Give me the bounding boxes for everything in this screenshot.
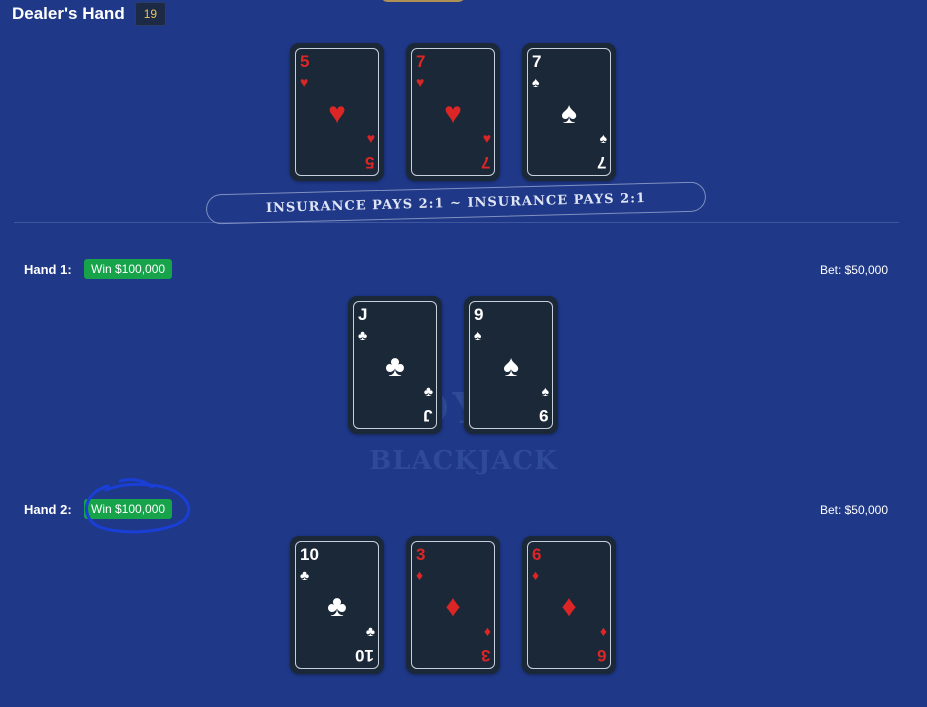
dealer-hand-title: Dealer's Hand <box>12 4 125 23</box>
card-rank-bottom: 3 <box>480 646 490 665</box>
card-face: 7 ♠ ♠ ♠ 7 <box>527 48 611 176</box>
card-rank-bottom: 7 <box>480 153 490 172</box>
club-icon: ♣ <box>385 350 405 383</box>
club-icon: ♣ <box>423 383 433 399</box>
card-rank-top: 6 <box>532 545 542 564</box>
card-face: 5 ♥ ♥ ♥ 5 <box>295 48 379 176</box>
card-rank-top: 7 <box>532 52 542 71</box>
heart-icon: ♥ <box>366 130 375 146</box>
diamond-icon: ♦ <box>599 623 607 639</box>
dealer-score-badge: 19 <box>134 2 167 26</box>
playing-card: 9 ♠ ♠ ♠ 9 <box>464 296 558 434</box>
insurance-banner-wrap: INSURANCE PAYS 2:1 ~ INSURANCE PAYS 2:1 <box>205 181 707 230</box>
diamond-icon: ♦ <box>532 567 540 583</box>
card-rank-top: 9 <box>474 305 484 324</box>
spade-icon: ♠ <box>541 383 549 399</box>
hand-1-cards: J ♣ ♣ ♣ J 9 ♠ ♠ ♠ 9 <box>348 296 558 434</box>
spade-icon: ♠ <box>503 350 519 383</box>
card-rank-top: 7 <box>416 52 426 71</box>
card-face: 9 ♠ ♠ ♠ 9 <box>469 301 553 429</box>
heart-icon: ♥ <box>482 130 491 146</box>
card-rank-top: J <box>358 305 368 324</box>
spade-icon: ♠ <box>532 74 540 90</box>
heart-icon: ♥ <box>328 97 346 130</box>
card-rank-top: 3 <box>416 545 426 564</box>
heart-icon: ♥ <box>444 97 462 130</box>
card-rank-bottom: 10 <box>355 646 374 665</box>
playing-card: 6 ♦ ♦ ♦ 6 <box>522 536 616 674</box>
club-icon: ♣ <box>327 590 347 623</box>
playing-card: 10 ♣ ♣ ♣ 10 <box>290 536 384 674</box>
hand-2-label: Hand 2: <box>24 502 72 517</box>
playing-card: 5 ♥ ♥ ♥ 5 <box>290 43 384 181</box>
hand-1-result-badge: Win $100,000 <box>84 259 173 279</box>
diamond-icon: ♦ <box>483 623 491 639</box>
diamond-icon: ♦ <box>445 590 461 623</box>
club-icon: ♣ <box>365 623 375 639</box>
card-face: J ♣ ♣ ♣ J <box>353 301 437 429</box>
card-face: 10 ♣ ♣ ♣ 10 <box>295 541 379 669</box>
spade-icon: ♠ <box>474 327 482 343</box>
playing-card: 7 ♠ ♠ ♠ 7 <box>522 43 616 181</box>
playing-card: J ♣ ♣ ♣ J <box>348 296 442 434</box>
card-face: 3 ♦ ♦ ♦ 3 <box>411 541 495 669</box>
heart-icon: ♥ <box>416 74 425 90</box>
diamond-icon: ♦ <box>416 567 424 583</box>
playing-card: 7 ♥ ♥ ♥ 7 <box>406 43 500 181</box>
hand-1-bet: Bet: $50,000 <box>819 263 888 277</box>
table-watermark-blackjack: BLACKJACK <box>369 446 558 476</box>
hand-1-label: Hand 1: <box>24 262 72 277</box>
top-glow-decoration <box>380 0 466 2</box>
dealer-cards: 5 ♥ ♥ ♥ 5 7 ♥ ♥ ♥ 7 7 ♠ ♠ ♠ 7 <box>290 43 616 181</box>
card-rank-bottom: 5 <box>364 153 374 172</box>
card-rank-bottom: J <box>422 406 432 425</box>
card-rank-bottom: 7 <box>596 153 606 172</box>
spade-icon: ♠ <box>561 97 577 130</box>
hand-2-cards: 10 ♣ ♣ ♣ 10 3 ♦ ♦ ♦ 3 6 ♦ ♦ ♦ 6 <box>290 536 616 674</box>
club-icon: ♣ <box>358 327 368 343</box>
spade-icon: ♠ <box>599 130 607 146</box>
annotation-circle-mark <box>84 478 191 534</box>
card-rank-bottom: 9 <box>538 406 548 425</box>
dealer-header: Dealer's Hand 19 <box>12 2 167 26</box>
playing-card: 3 ♦ ♦ ♦ 3 <box>406 536 500 674</box>
club-icon: ♣ <box>300 567 310 583</box>
diamond-icon: ♦ <box>561 590 577 623</box>
card-face: 7 ♥ ♥ ♥ 7 <box>411 48 495 176</box>
insurance-banner: INSURANCE PAYS 2:1 ~ INSURANCE PAYS 2:1 <box>205 181 707 225</box>
card-rank-bottom: 6 <box>596 646 606 665</box>
card-face: 6 ♦ ♦ ♦ 6 <box>527 541 611 669</box>
card-rank-top: 5 <box>300 52 310 71</box>
hand-2-bet: Bet: $50,000 <box>819 503 888 517</box>
heart-icon: ♥ <box>300 74 309 90</box>
card-rank-top: 10 <box>300 545 319 564</box>
